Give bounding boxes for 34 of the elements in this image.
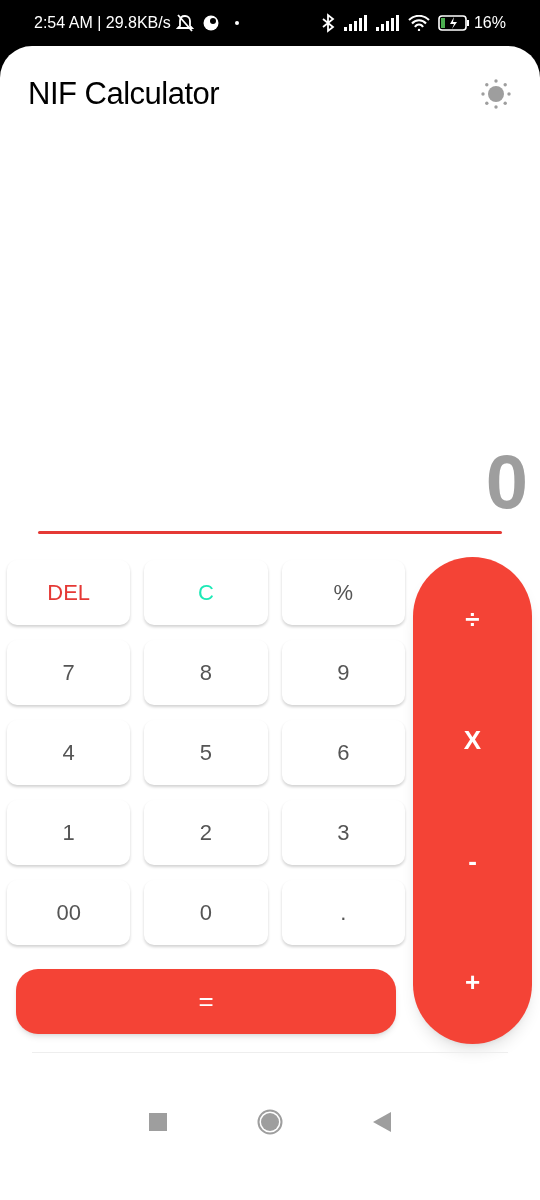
keypad-button[interactable]: 0 (144, 880, 268, 945)
operator-button[interactable]: ÷ (442, 597, 503, 641)
dot-icon (234, 21, 239, 25)
keypad-button[interactable]: 9 (281, 640, 405, 705)
recents-icon[interactable] (149, 1112, 167, 1131)
back-icon[interactable] (373, 1111, 391, 1132)
status-circle-icon (202, 15, 219, 31)
display-value: 0 (485, 444, 528, 520)
keypad-button[interactable]: 1 (7, 800, 131, 865)
signal-icon (343, 15, 368, 31)
wifi-icon (407, 15, 430, 31)
keypad-button[interactable]: 5 (144, 720, 268, 785)
keypad-button[interactable]: 2 (144, 800, 268, 865)
keypad-button[interactable]: 4 (7, 720, 131, 785)
keypad-button[interactable]: 3 (281, 800, 405, 865)
status-time: 2:54 AM | 29.8KB/s (34, 13, 171, 33)
operator-button[interactable]: X (442, 718, 503, 762)
keypad-button[interactable]: 8 (144, 640, 268, 705)
keypad-button[interactable]: 6 (281, 720, 405, 785)
home-icon[interactable] (257, 1108, 283, 1135)
muted-bell-icon (174, 14, 195, 32)
operator-button[interactable]: + (442, 960, 503, 1004)
operator-button[interactable]: - (442, 839, 503, 883)
keypad-button[interactable]: 00 (7, 880, 131, 945)
app-title: NIF Calculator (28, 74, 220, 113)
keypad-button[interactable]: DEL (7, 560, 131, 625)
battery-level: 16% (473, 13, 506, 33)
keypad-button[interactable]: % (281, 560, 405, 625)
equals-button[interactable]: = (16, 969, 396, 1034)
keypad-button[interactable]: 7 (7, 640, 131, 705)
battery-icon (437, 15, 470, 31)
keypad-button[interactable]: . (281, 880, 405, 945)
signal-icon (375, 15, 400, 31)
theme-toggle-icon[interactable] (480, 78, 512, 110)
